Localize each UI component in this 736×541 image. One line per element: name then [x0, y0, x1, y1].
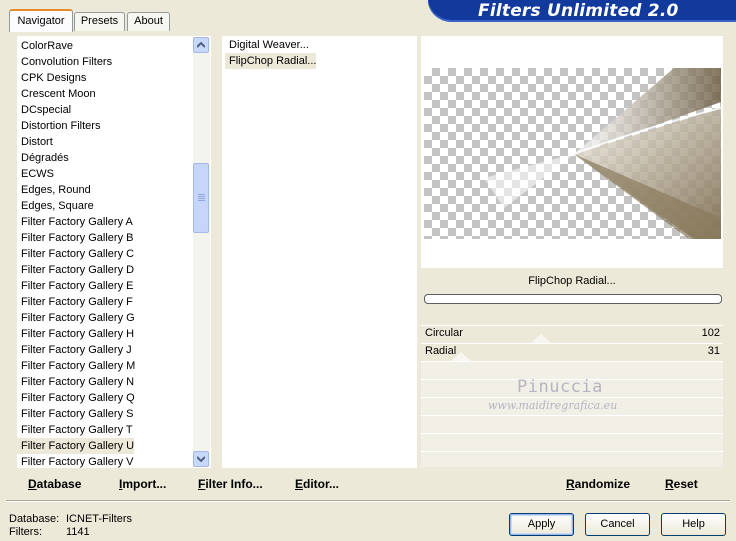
editor-button[interactable]: Editor... [295, 477, 339, 491]
progress-bar [424, 294, 722, 304]
chevron-up-icon [197, 42, 205, 48]
category-item-selected[interactable]: Filter Factory Gallery U [17, 438, 135, 454]
slider-label: Circular [425, 327, 463, 339]
app-title: Filters Unlimited 2.0 [478, 1, 679, 21]
randomize-button[interactable]: Randomize [566, 477, 630, 491]
category-item[interactable]: Filter Factory Gallery M [17, 358, 135, 374]
category-item[interactable]: Filter Factory Gallery B [17, 230, 133, 246]
category-item[interactable]: Edges, Square [17, 198, 94, 214]
category-item[interactable]: Filter Factory Gallery Q [17, 390, 135, 406]
category-item[interactable]: ECWS [17, 166, 54, 182]
status-database-label: Database: [9, 513, 60, 525]
category-item[interactable]: Filter Factory Gallery H [17, 326, 134, 342]
slider-empty [421, 451, 723, 467]
tab-about[interactable]: About [127, 12, 170, 31]
category-item[interactable]: CPK Designs [17, 70, 86, 86]
status-database-value: ICNET-Filters [66, 513, 132, 525]
scroll-thumb[interactable] [193, 163, 209, 233]
status-filters-label: Filters: [9, 526, 42, 538]
scroll-up-button[interactable] [193, 37, 209, 53]
slider-empty [421, 415, 723, 433]
slider-radial[interactable]: Radial 31 [421, 343, 723, 361]
category-item[interactable]: Filter Factory Gallery G [17, 310, 135, 326]
scroll-down-button[interactable] [193, 451, 209, 467]
cancel-button[interactable]: Cancel [585, 513, 650, 536]
category-item[interactable]: ColorRave [17, 38, 73, 54]
tab-navigator[interactable]: Navigator [9, 9, 73, 32]
divider [6, 501, 730, 502]
category-item[interactable]: Filter Factory Gallery A [17, 214, 133, 230]
category-item[interactable]: Filter Factory Gallery S [17, 406, 133, 422]
filter-item-selected[interactable]: FlipChop Radial... [225, 53, 317, 69]
slider-empty [421, 433, 723, 451]
category-list[interactable]: ColorRave Convolution Filters CPK Designs C… [17, 36, 211, 468]
filter-info-button[interactable]: Filter Info... [198, 477, 263, 491]
filter-item[interactable]: Digital Weaver... [225, 37, 309, 53]
category-item[interactable]: Crescent Moon [17, 86, 96, 102]
category-item[interactable]: Filter Factory Gallery V [17, 454, 133, 468]
category-item[interactable]: DCspecial [17, 102, 71, 118]
help-button[interactable]: Help [661, 513, 726, 536]
slider-value: 102 [701, 327, 720, 339]
category-item[interactable]: Filter Factory Gallery J [17, 342, 132, 358]
preview-render [484, 68, 721, 239]
category-item[interactable]: Filter Factory Gallery N [17, 374, 134, 390]
category-scrollbar[interactable] [193, 37, 210, 467]
apply-button[interactable]: Apply [509, 513, 574, 536]
status-filters-value: 1141 [66, 526, 90, 538]
category-item[interactable]: Distort [17, 134, 53, 150]
category-item[interactable]: Filter Factory Gallery C [17, 246, 134, 262]
preview-image [424, 68, 721, 239]
watermark-name: Pinuccia [517, 377, 603, 397]
slider-label: Radial [425, 345, 457, 357]
database-button[interactable]: Database [28, 477, 81, 491]
category-item[interactable]: Filter Factory Gallery E [17, 278, 133, 294]
slider-thumb[interactable] [531, 333, 551, 343]
selected-filter-name: FlipChop Radial... [528, 275, 616, 287]
reset-button[interactable]: Reset [665, 477, 698, 491]
category-item[interactable]: Dégradés [17, 150, 69, 166]
filter-list[interactable]: Digital Weaver... FlipChop Radial... [222, 36, 417, 468]
tab-presets[interactable]: Presets [74, 12, 125, 31]
category-item[interactable]: Filter Factory Gallery T [17, 422, 133, 438]
category-item[interactable]: Distortion Filters [17, 118, 100, 134]
category-item[interactable]: Filter Factory Gallery F [17, 294, 133, 310]
chevron-down-icon [197, 456, 205, 462]
category-item[interactable]: Edges, Round [17, 182, 91, 198]
category-item[interactable]: Filter Factory Gallery D [17, 262, 134, 278]
slider-circular[interactable]: Circular 102 [421, 325, 723, 343]
category-item[interactable]: Convolution Filters [17, 54, 112, 70]
slider-value: 31 [707, 345, 720, 357]
watermark-url: www.maidiregrafica.eu [488, 399, 618, 412]
import-button[interactable]: Import... [119, 477, 166, 491]
